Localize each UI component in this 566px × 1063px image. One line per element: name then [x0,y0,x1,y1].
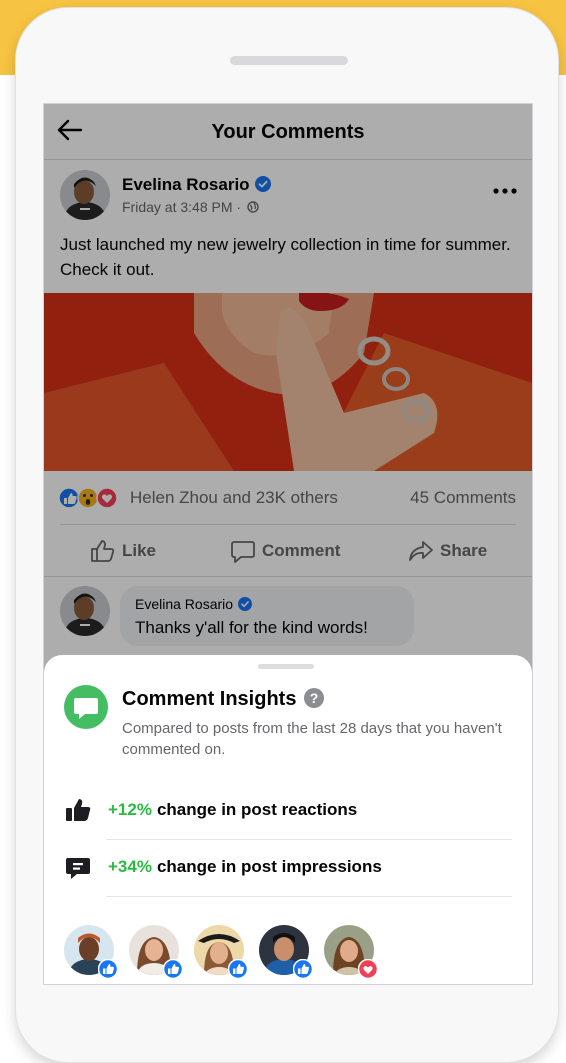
comments-count[interactable]: 45 Comments [410,488,516,508]
like-badge-icon [163,959,183,979]
stat-value: +12% [108,800,152,819]
commenter-avatar[interactable] [60,586,110,636]
like-badge-icon [228,959,248,979]
phone-speaker [230,56,348,65]
comment-button[interactable]: Comment [230,536,340,566]
divider [106,896,512,897]
top-bar: Your Comments [44,104,532,160]
like-badge-icon [98,959,118,979]
sheet-drag-handle[interactable] [258,664,314,669]
insights-chat-icon [64,685,108,729]
verified-badge-icon [254,176,271,192]
reaction-icons[interactable] [58,487,124,509]
friend-avatar-3[interactable] [194,925,248,979]
friend-avatar-2[interactable] [129,925,183,979]
svg-text:?: ? [310,690,319,706]
friend-avatar-4[interactable] [259,925,313,979]
insights-description: Compared to posts from the last 28 days … [122,720,502,758]
stat-label: change in post impressions [156,857,382,876]
friend-avatar-5[interactable] [324,925,378,979]
comment-bubble[interactable]: Evelina Rosario Thanks y'all for the kin… [120,586,414,646]
message-icon [66,858,90,879]
globe-icon [247,201,259,213]
share-button[interactable]: Share [408,536,487,566]
divider [60,524,516,525]
divider [106,839,512,840]
stat-label: change in post reactions [156,800,358,819]
comment-icon [231,541,255,563]
comment-author[interactable]: Evelina Rosario [135,596,253,612]
like-label: Like [122,541,157,560]
comment-author-text[interactable]: Evelina Rosario [135,596,233,612]
app-screen: Your Comments Evelina Rosario Friday at … [44,104,532,984]
friend-avatar-1[interactable] [64,925,118,979]
reactions-summary[interactable]: Helen Zhou and 23K others [130,488,338,508]
author-name[interactable]: Evelina Rosario [122,175,271,195]
author-avatar[interactable] [60,170,110,220]
comment-insights-sheet: Comment Insights? Compared to posts from… [44,655,532,984]
like-icon [91,540,115,562]
stat-row-reactions: +12% change in post reactions [64,793,357,827]
post-text: Just launched my new jewelry collection … [60,235,511,279]
share-label: Share [440,541,488,560]
thumbs-up-icon [66,799,91,821]
page-title: Your Comments [211,121,365,143]
comment-label: Comment [262,541,341,560]
comment-text: Thanks y'all for the kind words! [135,618,368,637]
insights-title-text: Comment Insights [122,688,297,710]
divider [44,576,532,577]
like-button[interactable]: Like [90,536,156,566]
stat-row-impressions: +34% change in post impressions [64,850,382,884]
author-name-text[interactable]: Evelina Rosario [122,175,250,194]
help-icon[interactable]: ? [304,688,325,708]
share-icon [409,541,433,561]
insights-title: Comment Insights? [122,688,325,711]
love-badge-icon [358,959,378,979]
like-badge-icon [293,959,313,979]
stat-value: +34% [108,857,152,876]
more-options-icon[interactable] [492,186,518,196]
verified-badge-icon [238,597,253,611]
post-image[interactable] [44,293,532,471]
post-timestamp: Friday at 3:48 PM · [122,199,242,215]
post-meta: Friday at 3:48 PM · [122,199,259,215]
